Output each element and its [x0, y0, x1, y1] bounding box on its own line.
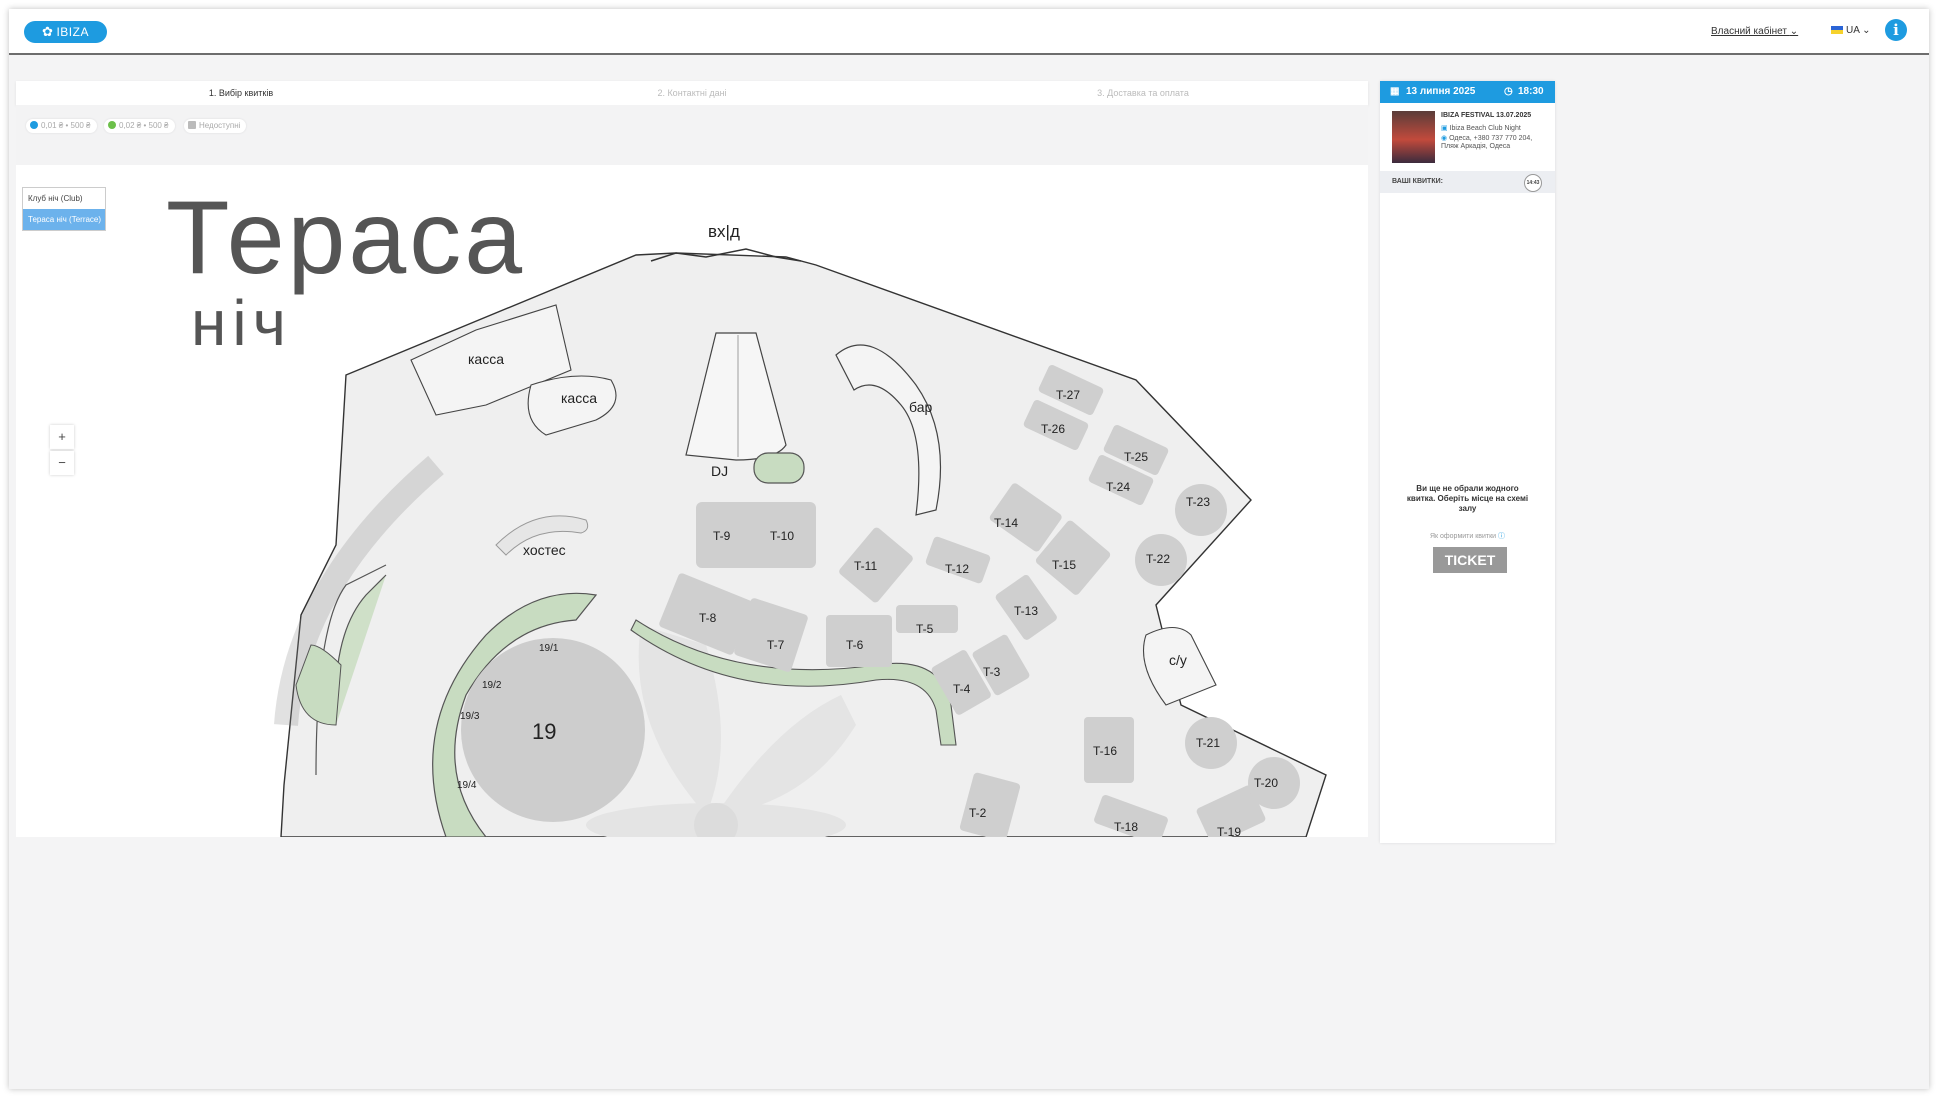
- hall-map[interactable]: Тераса ніч вх|д касса касса DJ бар хосте…: [16, 165, 1368, 837]
- table-label[interactable]: T-6: [846, 638, 864, 652]
- wc-label: с/у: [1169, 652, 1187, 668]
- table-label[interactable]: T-14: [994, 516, 1018, 530]
- bar-label: бар: [909, 399, 932, 415]
- unavailable-label: Недоступні: [199, 121, 241, 130]
- table-label[interactable]: T-25: [1124, 450, 1148, 464]
- language-label: UA: [1846, 25, 1860, 36]
- table-label[interactable]: T-20: [1254, 776, 1278, 790]
- personal-cabinet-link[interactable]: Власний кабінет ⌄: [1711, 26, 1798, 37]
- info-icon: ⓘ: [1498, 533, 1506, 540]
- hall-title: Тераса: [166, 180, 525, 296]
- top-bar: ✿ IBIZA Власний кабінет ⌄ UA ⌄ i: [9, 9, 1929, 55]
- table-label[interactable]: T-10: [770, 529, 794, 543]
- event-title: IBIZA FESTIVAL 13.07.2025: [1441, 112, 1532, 119]
- pin-icon: ◉: [1441, 135, 1448, 142]
- table-label[interactable]: T-13: [1014, 604, 1038, 618]
- venue-label: Ibiza Beach Club Night: [1449, 125, 1521, 132]
- cashier-label: касса: [561, 390, 597, 406]
- unavailable-pill[interactable]: Недоступні: [184, 119, 247, 133]
- table-label[interactable]: T-7: [767, 638, 785, 652]
- main-table-label[interactable]: 19: [532, 719, 556, 744]
- how-to-label: Як оформити квитки: [1429, 533, 1497, 540]
- square-icon: [188, 121, 196, 129]
- event-date: 13 липня 2025: [1406, 86, 1476, 97]
- empty-cart-message: Ви ще не обрали жодного квитка. Оберіть …: [1406, 484, 1529, 513]
- price-pill-green[interactable]: 0,02 ₴ • 500 ₴: [104, 119, 175, 133]
- table-label[interactable]: T-11: [854, 559, 877, 573]
- table-label[interactable]: T-5: [916, 622, 934, 636]
- price-label: 0,01 ₴ • 500 ₴: [41, 121, 91, 130]
- hall-option-club[interactable]: Клуб ніч (Club): [23, 188, 105, 209]
- ticket-logo: TICKET: [1433, 547, 1507, 573]
- sub-table-label[interactable]: 19/1: [539, 643, 559, 654]
- table-label[interactable]: T-18: [1114, 820, 1138, 834]
- cashier-label: касса: [468, 351, 504, 367]
- check-icon: [30, 121, 38, 129]
- price-label: 0,02 ₴ • 500 ₴: [119, 121, 169, 130]
- table-label[interactable]: T-19: [1217, 825, 1241, 837]
- table-label[interactable]: T-24: [1106, 480, 1130, 494]
- how-to-link[interactable]: Як оформити квитки ⓘ: [1380, 531, 1555, 541]
- table-label[interactable]: T-26: [1041, 422, 1065, 436]
- table-label[interactable]: T-3: [983, 665, 1001, 679]
- venue-icon: ▣: [1441, 125, 1448, 132]
- sub-table-label[interactable]: 19/2: [482, 680, 502, 691]
- table-label[interactable]: T-21: [1196, 736, 1220, 750]
- event-venue: ▣ Ibiza Beach Club Night: [1441, 124, 1521, 132]
- table-label[interactable]: T-8: [699, 611, 717, 625]
- table-label[interactable]: T-2: [969, 806, 987, 820]
- event-date-header: ▦ 13 липня 2025 ◷ 18:30: [1380, 81, 1555, 103]
- floor-plan[interactable]: Тераса ніч вх|д касса касса DJ бар хосте…: [16, 165, 1368, 837]
- zoom-in-button[interactable]: +: [50, 425, 74, 449]
- chevron-down-icon: ⌄: [1862, 25, 1871, 36]
- table-label[interactable]: T-12: [945, 562, 969, 576]
- order-sidebar: ▦ 13 липня 2025 ◷ 18:30 IBIZA FESTIVAL 1…: [1380, 81, 1555, 843]
- step-select-tickets[interactable]: 1. Вибір квитків: [16, 81, 466, 107]
- table-label[interactable]: T-15: [1052, 558, 1076, 572]
- logo-text: IBIZA: [56, 25, 89, 39]
- hall-option-terrace[interactable]: Тераса ніч (Terrace): [23, 209, 105, 230]
- hall-subtitle: ніч: [191, 287, 292, 359]
- ukraine-flag-icon: [1831, 26, 1843, 35]
- sub-table-label[interactable]: 19/3: [460, 711, 480, 722]
- hostess-label: хостес: [523, 542, 566, 558]
- flower-icon: ✿: [42, 24, 54, 39]
- clock-icon: ◷: [1504, 86, 1513, 97]
- table-label[interactable]: T-22: [1146, 552, 1170, 566]
- event-time: 18:30: [1518, 86, 1544, 97]
- your-tickets-bar: ВАШІ КВИТКИ: 14:43: [1380, 171, 1555, 193]
- event-poster[interactable]: [1392, 111, 1435, 163]
- price-legend: 0,01 ₴ • 500 ₴ 0,02 ₴ • 500 ₴ Недоступні: [16, 105, 1368, 165]
- table-label[interactable]: T-9: [713, 529, 731, 543]
- ibiza-logo[interactable]: ✿ IBIZA: [24, 21, 107, 43]
- dj-label: DJ: [711, 463, 728, 479]
- browser-window: ✿ IBIZA Власний кабінет ⌄ UA ⌄ i 1. Вибір…: [9, 9, 1929, 1089]
- step-contact-data[interactable]: 2. Контактні дані: [467, 81, 917, 105]
- entrance-label: вх|д: [708, 222, 740, 241]
- cabinet-label: Власний кабінет: [1711, 26, 1787, 37]
- language-selector[interactable]: UA ⌄: [1831, 25, 1871, 36]
- price-pill-blue[interactable]: 0,01 ₴ • 500 ₴: [26, 119, 97, 133]
- hall-selector: Клуб ніч (Club) Тераса ніч (Terrace): [22, 187, 106, 231]
- chevron-down-icon: ⌄: [1789, 26, 1799, 37]
- table-label[interactable]: T-4: [953, 682, 971, 696]
- calendar-icon: ▦: [1390, 86, 1400, 97]
- step-delivery-payment[interactable]: 3. Доставка та оплата: [918, 81, 1368, 105]
- countdown-timer: 14:43: [1524, 174, 1542, 192]
- check-icon: [108, 121, 116, 129]
- checkout-steps: 1. Вибір квитків 2. Контактні дані 3. До…: [16, 81, 1368, 107]
- address-label: Одеса, +380 737 770 204, Пляж Аркадія, О…: [1441, 135, 1533, 150]
- table-label[interactable]: T-16: [1093, 744, 1117, 758]
- event-address: ◉ Одеса, +380 737 770 204, Пляж Аркадія,…: [1441, 135, 1549, 151]
- info-icon[interactable]: i: [1885, 19, 1907, 41]
- table-label[interactable]: T-27: [1056, 388, 1080, 402]
- table-label[interactable]: T-23: [1186, 495, 1210, 509]
- your-tickets-label: ВАШІ КВИТКИ:: [1392, 178, 1443, 185]
- zoom-out-button[interactable]: −: [50, 451, 74, 475]
- sub-table-label[interactable]: 19/4: [457, 780, 477, 791]
